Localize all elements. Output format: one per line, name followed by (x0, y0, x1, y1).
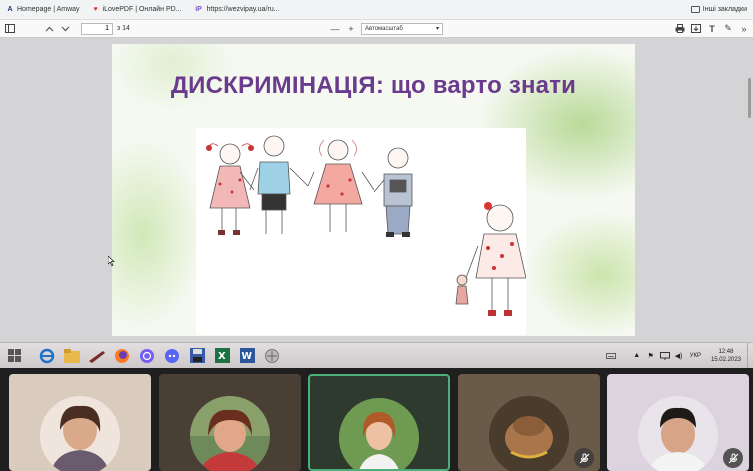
ilovepdf-icon: ♥ (93, 5, 98, 13)
start-button[interactable] (5, 346, 25, 366)
girl-figure (206, 143, 255, 235)
draw-tool-icon[interactable]: ✎ (723, 23, 733, 34)
bookmark-amway[interactable]: A Homepage | Amway (6, 5, 80, 14)
clock[interactable]: 12:48 15.02.2023 (711, 348, 741, 364)
network-app-icon[interactable] (262, 346, 282, 366)
show-hidden-icons-icon[interactable]: ▲ (632, 351, 642, 361)
boy-figure (373, 147, 413, 237)
page-number-input[interactable] (81, 22, 113, 35)
clock-time: 12:48 (718, 348, 734, 355)
boy-figure (249, 135, 309, 234)
volume-icon[interactable]: ◀) (674, 351, 684, 361)
system-tray: ▲ ⚑ ◀) УКР 12:48 15.02.2023 (604, 343, 753, 368)
taskbar: X W ▲ ⚑ ◀) УКР 12:48 15.02.2023 (0, 342, 753, 368)
slide-title: ДИСКРИМІНАЦІЯ: що варто знати (170, 72, 577, 99)
mic-off-icon (574, 448, 594, 468)
bookmark-ilovepdf[interactable]: ♥ iLovePDF | Онлайн PD... (92, 5, 182, 14)
avatar (339, 398, 419, 469)
app-icon[interactable] (87, 346, 107, 366)
next-page-icon[interactable] (60, 24, 70, 34)
display-icon[interactable] (659, 351, 670, 361)
keyboard-icon[interactable] (605, 351, 616, 361)
svg-text:X: X (218, 351, 226, 362)
word-icon[interactable]: W (237, 346, 257, 366)
discord-icon[interactable] (162, 346, 182, 366)
participant-tile[interactable] (607, 374, 749, 471)
text-tool-icon[interactable]: T (707, 24, 717, 34)
save-pdf-icon[interactable] (691, 24, 701, 34)
save-icon[interactable] (187, 346, 207, 366)
children-illustration (196, 128, 527, 335)
avatar (638, 396, 718, 471)
show-desktop-button[interactable] (747, 343, 753, 368)
avatar (489, 396, 569, 471)
excel-icon[interactable]: X (212, 346, 232, 366)
call-participants-strip (0, 368, 753, 471)
file-explorer-icon[interactable] (62, 346, 82, 366)
viber-icon[interactable] (137, 346, 157, 366)
avatar (40, 396, 120, 471)
screen: A Homepage | Amway ♥ iLovePDF | Онлайн P… (0, 0, 753, 471)
folder-icon (690, 6, 700, 13)
language-indicator[interactable]: УКР (690, 353, 701, 359)
bookmarks-bar: A Homepage | Amway ♥ iLovePDF | Онлайн P… (0, 0, 753, 20)
chevron-down-icon: ▾ (435, 26, 439, 32)
avatar (190, 396, 270, 471)
participant-tile[interactable] (458, 374, 600, 471)
firefox-icon[interactable] (112, 346, 132, 366)
girl-figure (307, 139, 375, 232)
more-tools-icon[interactable]: » (739, 24, 749, 34)
girl-with-doll-figure (455, 202, 527, 316)
previous-page-icon[interactable] (44, 24, 54, 34)
svg-text:W: W (241, 351, 252, 362)
clock-date: 15.02.2023 (710, 356, 741, 363)
bookmark-label: https://wezvipay.ua/ru... (206, 6, 280, 13)
mouse-cursor-icon (108, 256, 115, 266)
participant-tile-speaking[interactable] (308, 374, 450, 471)
zoom-out-button[interactable]: — (330, 24, 340, 34)
bookmark-label: iLovePDF | Онлайн PD... (102, 6, 182, 13)
internet-explorer-icon[interactable] (37, 346, 57, 366)
other-bookmarks-label: Інші закладки (702, 6, 747, 13)
participant-tile[interactable] (159, 374, 301, 471)
zoom-select[interactable]: Автомасштаб ▾ (360, 22, 443, 35)
bookmark-web-page[interactable]: iP https://wezvipay.ua/ru... (194, 5, 280, 14)
bookmark-label: Homepage | Amway (17, 6, 80, 13)
pdf-viewport[interactable]: ДИСКРИМІНАЦІЯ: що варто знати (0, 38, 753, 342)
page-total: з 14 (117, 25, 130, 32)
print-icon[interactable] (675, 24, 685, 34)
zoom-in-button[interactable]: + (346, 24, 356, 34)
sidebar-toggle-icon[interactable] (5, 24, 15, 34)
participant-tile[interactable] (9, 374, 151, 471)
zoom-value: Автомасштаб (364, 25, 403, 32)
pdf-page: ДИСКРИМІНАЦІЯ: що варто знати (112, 44, 635, 336)
web-page-icon: iP (195, 5, 202, 13)
mic-off-icon (723, 448, 743, 468)
vertical-scrollbar[interactable] (748, 78, 751, 118)
amway-icon: A (7, 5, 13, 13)
pdf-toolbar: з 14 — + Автомасштаб ▾ T ✎ » (0, 20, 753, 38)
action-center-icon[interactable]: ⚑ (646, 351, 656, 361)
other-bookmarks[interactable]: Інші закладки (690, 6, 747, 13)
